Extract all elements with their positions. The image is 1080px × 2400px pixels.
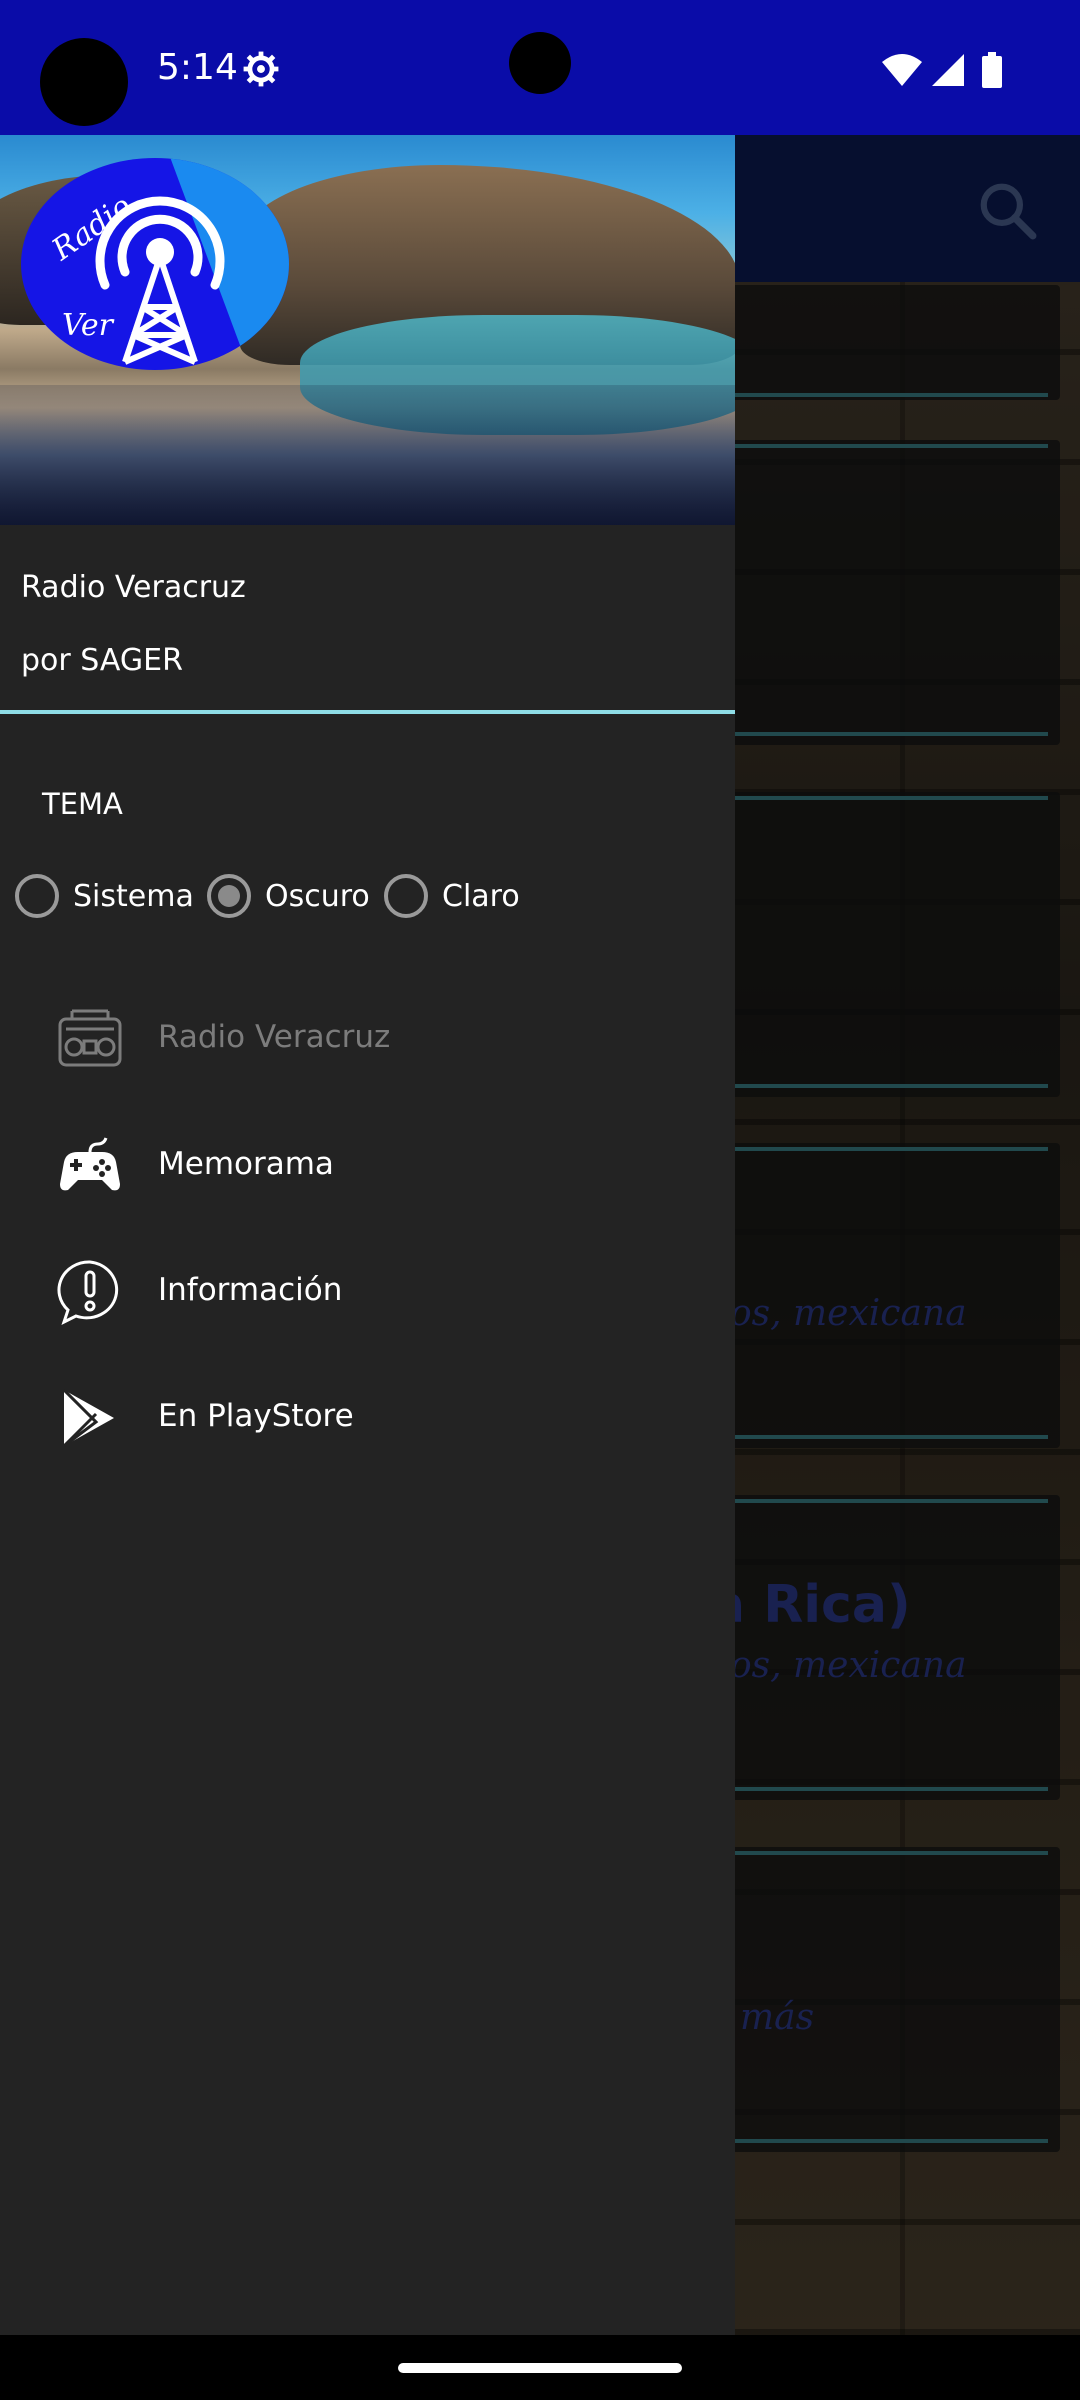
wifi-icon (882, 54, 922, 86)
radio-button[interactable] (15, 874, 59, 918)
status-clock: 5:14 (157, 47, 238, 88)
status-bar: 5:14 (0, 0, 1080, 135)
settings-gear-icon (243, 51, 279, 87)
drawer-app-name: Radio Veracruz (21, 570, 246, 605)
app-logo: Radio Ver (21, 158, 289, 370)
navigation-drawer: Radio Ver Radio Veracruz por SAGER TEMA … (0, 135, 735, 2335)
menu-item-playstore[interactable]: En PlayStore (0, 1364, 735, 1474)
drawer-app-subtitle: por SAGER (21, 643, 183, 678)
home-gesture-handle[interactable] (398, 2363, 682, 2373)
menu-item-label: Radio Veracruz (158, 1019, 391, 1055)
camera-cutout (40, 38, 128, 126)
signal-icon (932, 54, 964, 86)
menu-item-memorama[interactable]: Memorama (0, 1112, 735, 1222)
front-camera (509, 32, 571, 94)
drawer-header-image: Radio Ver (0, 135, 735, 525)
theme-option-sistema[interactable]: Sistema (15, 868, 194, 924)
menu-item-label: Memorama (158, 1146, 334, 1182)
radio-icon (58, 1009, 122, 1067)
gamepad-icon (60, 1137, 120, 1191)
theme-section-label: TEMA (42, 787, 123, 821)
theme-option-claro[interactable]: Claro (384, 868, 520, 924)
info-bubble-icon (57, 1260, 119, 1325)
radio-button[interactable] (384, 874, 428, 918)
radio-label: Sistema (73, 878, 194, 914)
header-divider (0, 710, 735, 714)
theme-option-oscuro[interactable]: Oscuro (207, 868, 370, 924)
radio-label: Claro (442, 878, 520, 914)
system-status-icons (882, 52, 1002, 88)
radio-button-selected[interactable] (207, 874, 251, 918)
radio-label: Oscuro (265, 878, 370, 914)
menu-item-radio-veracruz[interactable]: Radio Veracruz (0, 985, 735, 1095)
playstore-icon (62, 1388, 114, 1448)
menu-item-label: En PlayStore (158, 1398, 354, 1434)
menu-item-informacion[interactable]: Información (0, 1238, 735, 1348)
battery-icon (982, 52, 1002, 88)
logo-text-bottom: Ver (62, 308, 115, 343)
menu-item-label: Información (158, 1272, 343, 1308)
